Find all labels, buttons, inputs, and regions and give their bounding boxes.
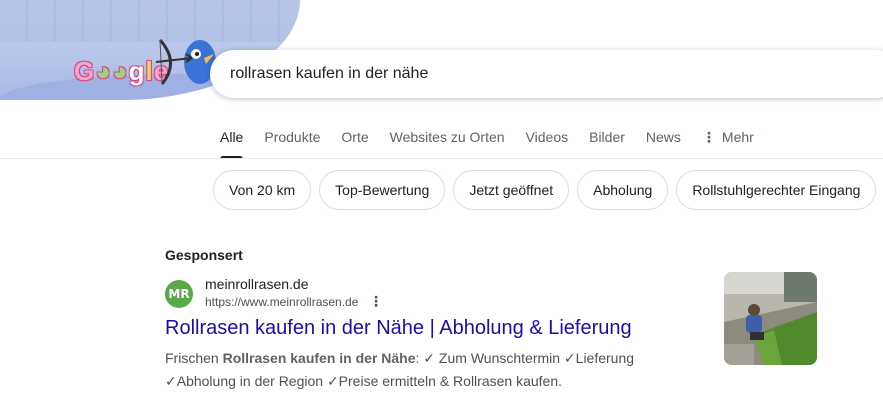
tab-produkte[interactable]: Produkte bbox=[264, 128, 320, 158]
search-input[interactable] bbox=[230, 65, 830, 83]
chip-abholung[interactable]: Abholung bbox=[577, 170, 669, 210]
tabs-divider bbox=[0, 158, 883, 159]
chip-von-20-km[interactable]: Von 20 km bbox=[213, 170, 312, 210]
tab-orte[interactable]: Orte bbox=[341, 128, 368, 158]
tab-websites-zu-orten[interactable]: Websites zu Orten bbox=[390, 128, 505, 158]
filter-chips: Von 20 km Top-Bewertung Jetzt geöffnet A… bbox=[213, 170, 883, 210]
site-favicon[interactable]: MR bbox=[165, 280, 193, 308]
chip-jetzt-geoeffnet[interactable]: Jetzt geöffnet bbox=[453, 170, 570, 210]
ad-site-url[interactable]: https://www.meinrollrasen.de bbox=[205, 295, 358, 309]
tab-mehr[interactable]: ⋮ Mehr bbox=[702, 128, 754, 158]
lawn-photo-icon bbox=[724, 272, 817, 365]
ad-snippet-pre: Frischen bbox=[165, 350, 223, 366]
tab-bilder[interactable]: Bilder bbox=[589, 128, 625, 158]
chip-top-bewertung[interactable]: Top-Bewertung bbox=[319, 170, 446, 210]
tab-news[interactable]: News bbox=[646, 128, 681, 158]
ad-title-link[interactable]: Rollrasen kaufen in der Nähe | Abholung … bbox=[165, 317, 632, 340]
search-bar[interactable] bbox=[210, 50, 883, 98]
google-doodle-logo[interactable]: G◕◕gle bbox=[74, 38, 224, 98]
ad-snippet-bold: Rollrasen kaufen in der Nähe bbox=[222, 350, 416, 366]
tab-mehr-label: Mehr bbox=[721, 129, 754, 145]
ad-thumbnail-image[interactable] bbox=[724, 272, 817, 365]
tab-videos[interactable]: Videos bbox=[526, 128, 569, 158]
ad-site-name[interactable]: meinrollrasen.de bbox=[205, 276, 309, 292]
bird-icon: ◕◕ bbox=[95, 56, 129, 86]
sponsored-label: Gesponsert bbox=[165, 247, 243, 263]
tab-alle[interactable]: Alle bbox=[220, 128, 244, 159]
search-tabs: Alle Produkte Orte Websites zu Orten Vid… bbox=[220, 128, 775, 159]
chip-rollstuhlgerechter-eingang[interactable]: Rollstuhlgerechter Eingang bbox=[676, 170, 877, 210]
ad-snippet: Frischen Rollrasen kaufen in der Nähe: ✓… bbox=[165, 347, 685, 393]
more-options-icon[interactable]: ⋮ bbox=[369, 293, 383, 309]
more-vert-icon: ⋮ bbox=[701, 129, 716, 145]
